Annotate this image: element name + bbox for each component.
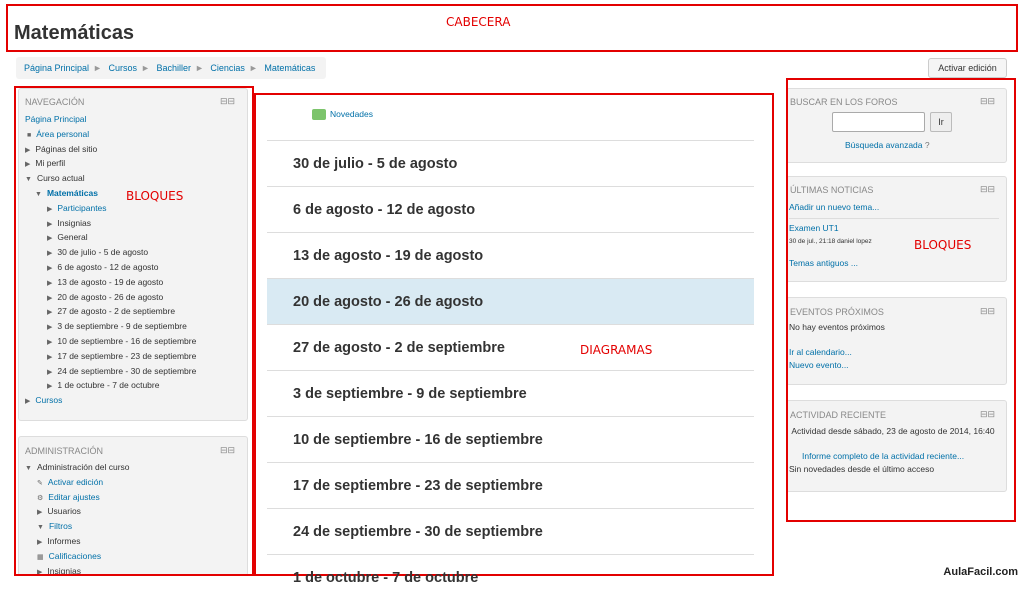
watermark: AulaFacil.com <box>939 566 1022 578</box>
turn-editing-on-button[interactable]: Activar edición <box>928 58 1007 78</box>
breadcrumb-bachiller[interactable]: Bachiller <box>156 63 191 73</box>
breadcrumb-ciencias[interactable]: Ciencias <box>210 63 245 73</box>
week-section[interactable]: 6 de agosto - 12 de agosto <box>267 186 754 232</box>
breadcrumb-current[interactable]: Matemáticas <box>264 63 315 73</box>
right-blocks-annotation: BLOQUES <box>914 238 971 252</box>
week-section[interactable]: 17 de septiembre - 23 de septiembre <box>267 462 754 508</box>
left-blocks-annotation-box <box>14 86 254 576</box>
forum-icon <box>312 109 326 120</box>
week-section[interactable]: 24 de septiembre - 30 de septiembre <box>267 508 754 554</box>
breadcrumb-home[interactable]: Página Principal <box>24 63 89 73</box>
week-section[interactable]: 1 de octubre - 7 de octubre <box>267 554 754 600</box>
right-blocks-annotation-box <box>786 78 1016 522</box>
header-annotation-box <box>6 4 1018 52</box>
week-section[interactable]: 10 de septiembre - 16 de septiembre <box>267 416 754 462</box>
week-section[interactable]: 27 de agosto - 2 de septiembre <box>267 324 754 370</box>
breadcrumb-courses[interactable]: Cursos <box>108 63 137 73</box>
week-section[interactable]: 3 de septiembre - 9 de septiembre <box>267 370 754 416</box>
week-section-current[interactable]: 20 de agosto - 26 de agosto <box>267 278 754 324</box>
news-forum-link[interactable]: Novedades <box>312 109 373 120</box>
week-section[interactable]: 30 de julio - 5 de agosto <box>267 140 754 186</box>
breadcrumb: Página Principal► Cursos► Bachiller► Cie… <box>16 57 326 79</box>
left-blocks-annotation: BLOQUES <box>126 189 183 203</box>
header-annotation: CABECERA <box>446 15 510 29</box>
page-title: Matemáticas <box>14 22 134 45</box>
week-section[interactable]: 13 de agosto - 19 de agosto <box>267 232 754 278</box>
